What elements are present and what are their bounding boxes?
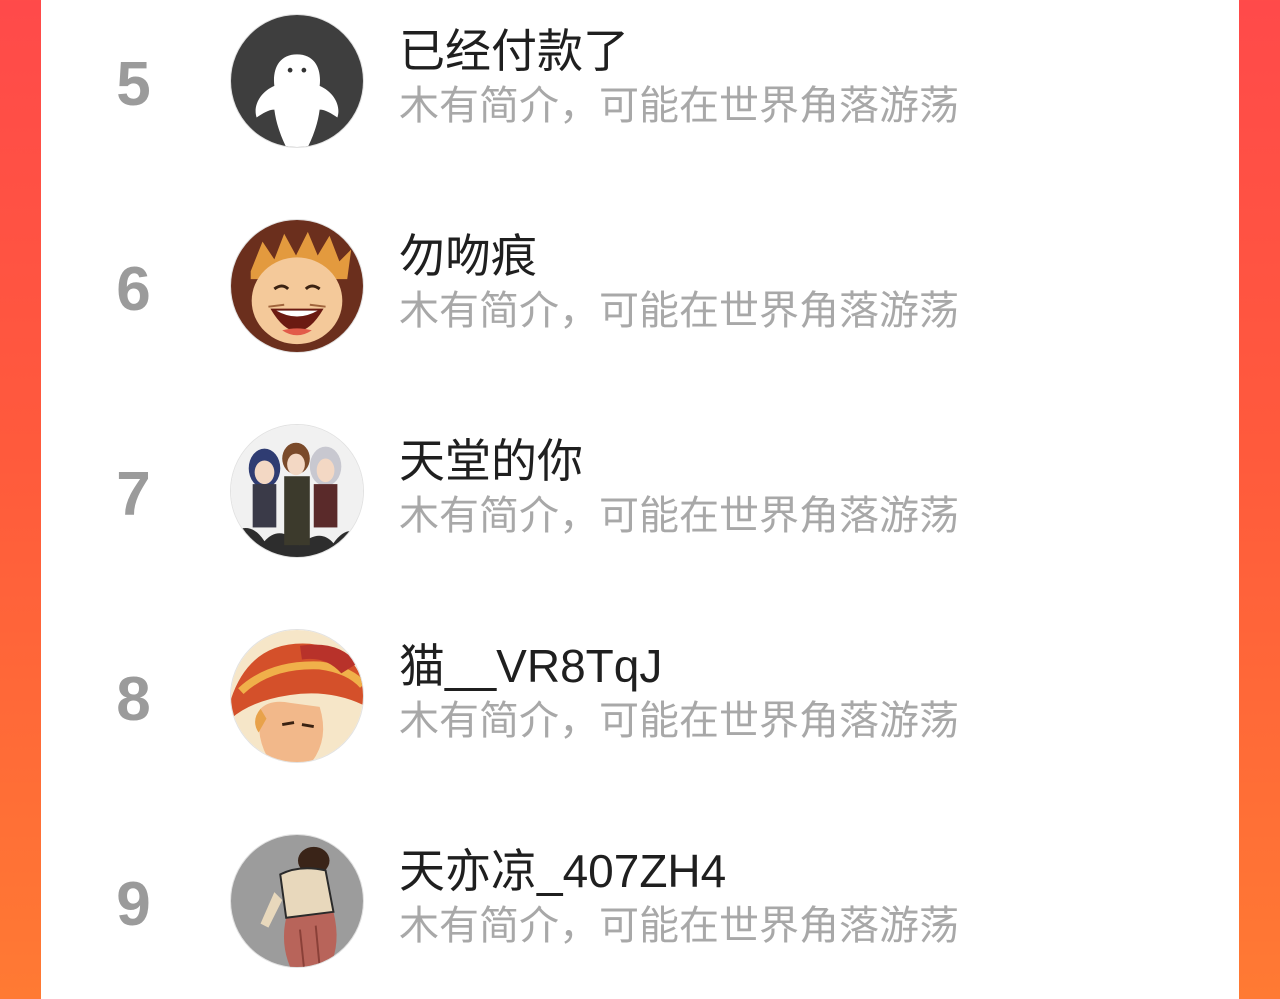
user-bio: 木有简介，可能在世界角落游荡 <box>399 494 959 538</box>
list-item[interactable]: 8 猫__VR8TqJ 木有简介，可能在世界角落游荡 <box>41 615 1239 819</box>
user-bio: 木有简介，可能在世界角落游荡 <box>399 699 959 743</box>
rank-number: 9 <box>116 870 151 939</box>
list-item[interactable]: 7 天堂的你 木有简介，可能在世界角落游荡 <box>41 410 1239 614</box>
list-item[interactable]: 6 勿吻痕 木有简介，可能在世界角落游荡 <box>41 205 1239 409</box>
rank-number: 5 <box>116 50 151 119</box>
anime-boy-avatar[interactable] <box>230 219 364 353</box>
list-item[interactable]: 9 天亦凉_407ZH4 木有简介，可能在世界角落游荡 <box>41 820 1239 999</box>
straw-hat-avatar[interactable] <box>230 629 364 763</box>
user-bio: 木有简介，可能在世界角落游荡 <box>399 289 959 333</box>
rank-number: 7 <box>116 460 151 529</box>
user-name[interactable]: 猫__VR8TqJ <box>399 643 662 689</box>
user-name[interactable]: 勿吻痕 <box>399 233 537 279</box>
list-item[interactable]: 5 已经付款了 木有简介，可能在世界角落游荡 <box>41 0 1239 204</box>
user-name[interactable]: 已经付款了 <box>399 28 629 74</box>
rank-number: 6 <box>116 255 151 324</box>
user-name[interactable]: 天堂的你 <box>399 438 583 484</box>
cartoon-man-avatar[interactable] <box>230 834 364 968</box>
user-name[interactable]: 天亦凉_407ZH4 <box>399 848 726 894</box>
ghost-avatar-icon[interactable] <box>230 14 364 148</box>
anime-group-avatar[interactable] <box>230 424 364 558</box>
user-bio: 木有简介，可能在世界角落游荡 <box>399 904 959 948</box>
user-bio: 木有简介，可能在世界角落游荡 <box>399 84 959 128</box>
ranking-card: 5 已经付款了 木有简介，可能在世界角落游荡 6 勿吻痕 木有简介，可能在世界角… <box>41 0 1239 999</box>
rank-number: 8 <box>116 665 151 734</box>
